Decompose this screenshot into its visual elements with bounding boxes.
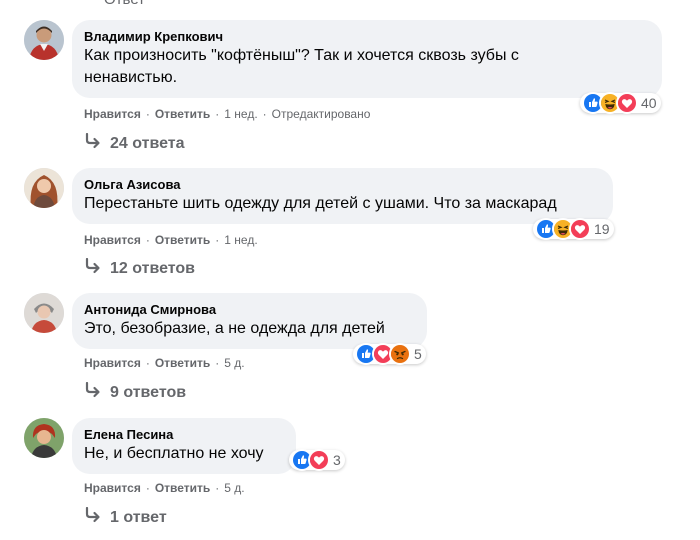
comment-author[interactable]: Антонида Смирнова [84, 301, 415, 318]
comment-bubble: Ольга Азисова Перестаньте шить одежду дл… [72, 168, 613, 224]
comment-text: Не, и бесплатно не хочу [84, 443, 284, 465]
replies-count: 1 ответ [110, 508, 167, 526]
avatar[interactable] [24, 418, 64, 458]
replies-count: 9 ответов [110, 383, 187, 401]
comment-text: Перестаньте шить одежду для детей с ушам… [84, 193, 601, 215]
reply-button[interactable]: Ответить [155, 107, 210, 121]
comment-timestamp[interactable]: 5 д. [224, 481, 244, 495]
reply-button[interactable]: Ответить [155, 481, 210, 495]
replies-count: 24 ответа [110, 134, 185, 152]
reply-arrow-icon [84, 132, 102, 154]
reaction-count: 40 [641, 95, 657, 111]
comment-bubble: Елена Песина Не, и бесплатно не хочу [72, 418, 296, 474]
reactions-summary[interactable]: 3 [289, 449, 345, 471]
comment-text-line: Это, безобразие, а не одежда для детей [84, 320, 385, 337]
angry-face-icon [389, 343, 411, 365]
comment-actions: Нравится · Ответить · 1 нед. [84, 233, 258, 247]
comment-text-line: Перестаньте шить одежду для детей с ушам… [84, 195, 557, 212]
view-replies-button[interactable]: 24 ответа [84, 132, 185, 154]
comment-text-line: ненавистью. [84, 69, 178, 86]
replies-count: 12 ответов [110, 259, 195, 277]
avatar[interactable] [24, 168, 64, 208]
like-button[interactable]: Нравится [84, 356, 141, 370]
comment-timestamp[interactable]: 1 нед. [224, 233, 257, 247]
comment-author[interactable]: Ольга Азисова [84, 176, 601, 193]
heart-icon [308, 449, 330, 471]
like-button[interactable]: Нравится [84, 233, 141, 247]
reply-arrow-icon [84, 506, 102, 528]
view-replies-button[interactable]: 9 ответов [84, 381, 187, 403]
view-replies-button[interactable]: 1 ответ [84, 506, 167, 528]
avatar[interactable] [24, 293, 64, 333]
reactions-summary[interactable]: 40 [580, 92, 661, 114]
reaction-count: 5 [414, 346, 422, 362]
heart-icon [616, 92, 638, 114]
comment-bubble: Владимир Крепкович Как произносить "кофт… [72, 20, 662, 98]
comment-actions: Нравится · Ответить · 5 д. [84, 481, 245, 495]
comment-text-line: Не, и бесплатно не хочу [84, 445, 264, 462]
comment-author[interactable]: Владимир Крепкович [84, 28, 650, 45]
reaction-count: 19 [594, 221, 610, 237]
reaction-count: 3 [333, 452, 341, 468]
comment-timestamp[interactable]: 5 д. [224, 356, 244, 370]
reply-button[interactable]: Ответить [155, 233, 210, 247]
reply-arrow-icon [84, 257, 102, 279]
edited-label[interactable]: Отредактировано [272, 107, 371, 121]
previous-replies-fragment: Ответ [104, 0, 145, 8]
heart-icon [569, 218, 591, 240]
reply-button[interactable]: Ответить [155, 356, 210, 370]
comment-timestamp[interactable]: 1 нед. [224, 107, 257, 121]
reactions-summary[interactable]: 5 [353, 343, 426, 365]
comment-text-line: Как произносить "кофтёныш"? Так и хочетс… [84, 47, 519, 64]
comment-actions: Нравится · Ответить · 5 д. [84, 356, 245, 370]
comment-bubble: Антонида Смирнова Это, безобразие, а не … [72, 293, 427, 349]
avatar[interactable] [24, 20, 64, 60]
reactions-summary[interactable]: 19 [533, 218, 614, 240]
comment-text: Это, безобразие, а не одежда для детей [84, 318, 415, 340]
comment-author[interactable]: Елена Песина [84, 426, 284, 443]
like-button[interactable]: Нравится [84, 107, 141, 121]
comment-actions: Нравится · Ответить · 1 нед. · Отредакти… [84, 107, 371, 121]
comment-text: Как произносить "кофтёныш"? Так и хочетс… [84, 45, 650, 89]
like-button[interactable]: Нравится [84, 481, 141, 495]
reply-arrow-icon [84, 381, 102, 403]
view-replies-button[interactable]: 12 ответов [84, 257, 195, 279]
